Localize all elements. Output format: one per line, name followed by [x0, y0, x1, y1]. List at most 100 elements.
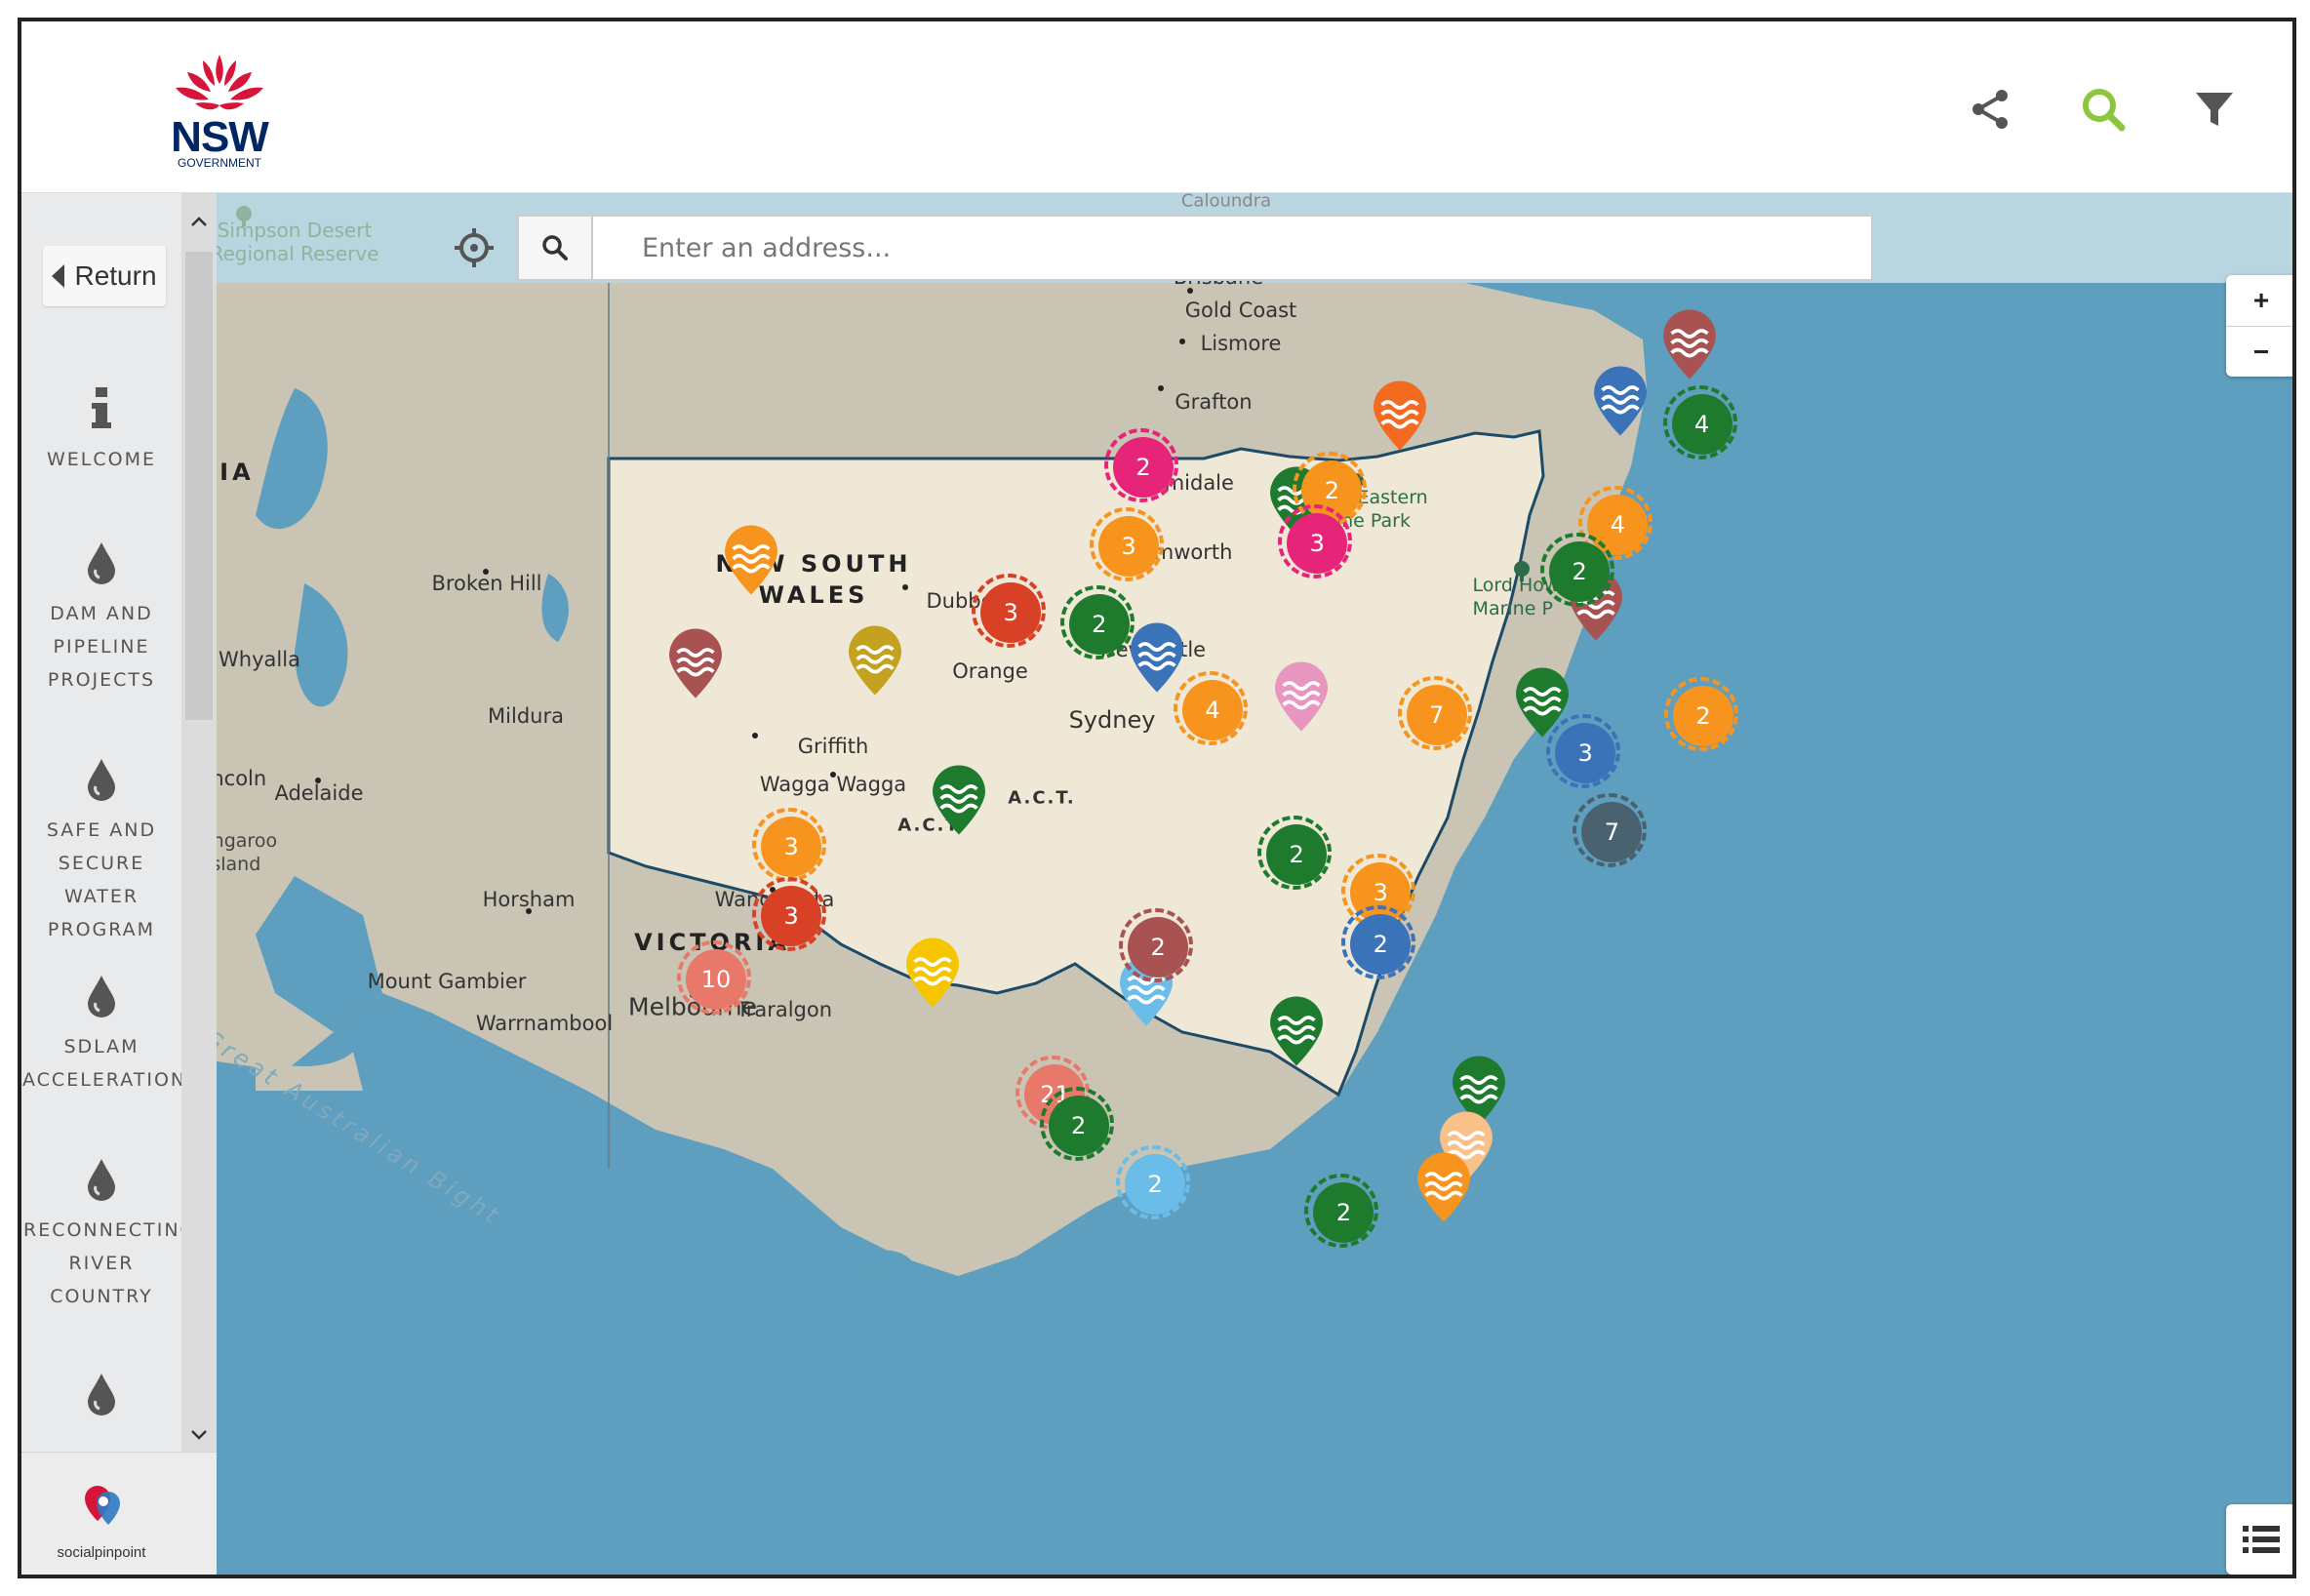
filter-button[interactable]	[2187, 82, 2242, 137]
water-waves-icon	[1274, 661, 1328, 732]
mildura-label: Mildura	[488, 704, 564, 728]
zoom-in-button[interactable]: +	[2226, 275, 2292, 326]
water-waves-icon	[1594, 366, 1648, 436]
map-cluster-marker[interactable]: 7	[1397, 675, 1472, 750]
map-cluster-marker[interactable]: 3	[752, 808, 827, 883]
cluster-count: 7	[1428, 700, 1445, 729]
map-cluster-marker[interactable]: 2	[1257, 816, 1333, 891]
address-search-button[interactable]	[519, 217, 593, 279]
scroll-up-icon[interactable]	[181, 207, 217, 236]
sidebar-item-sdlam-acceleration[interactable]: SDLAM ACCELERATION	[21, 972, 187, 1097]
map-cluster-marker[interactable]: 2	[1664, 677, 1739, 752]
lismore-label: Lismore	[1200, 332, 1282, 355]
map-cluster-marker[interactable]: 2	[1540, 533, 1615, 608]
map-cluster-marker[interactable]: 3	[1089, 507, 1164, 582]
cluster-count: 4	[1693, 410, 1710, 438]
sidebar-item-dam-and-pipeline-projects[interactable]: DAM AND PIPELINE PROJECTS	[21, 539, 181, 697]
city-dot	[483, 569, 489, 575]
list-view-button[interactable]	[2226, 1504, 2292, 1575]
sidebar-item-more[interactable]	[21, 1370, 181, 1428]
waratah-icon	[176, 55, 263, 110]
sidebar-item-safe-and-secure-water-program[interactable]: SAFE AND SECURE WATER PROGRAM	[21, 755, 181, 946]
map-cluster-marker[interactable]: 2	[1059, 585, 1135, 660]
warrnambool-label: Warrnambool	[475, 1012, 614, 1035]
tree-icon	[236, 206, 252, 226]
cluster-count: 10	[700, 966, 732, 994]
whyalla-label: Whyalla	[219, 648, 300, 671]
map-cluster-marker[interactable]: 2	[1039, 1086, 1114, 1161]
cluster-count: 2	[1572, 558, 1587, 586]
map-cluster-marker[interactable]: 2	[1104, 427, 1179, 502]
city-dot	[752, 733, 758, 738]
social-pinpoint-logo-icon[interactable]	[82, 1482, 125, 1535]
map-pin-marker[interactable]	[1414, 1150, 1474, 1224]
scroll-down-icon[interactable]	[181, 1420, 217, 1450]
map-pin-marker[interactable]	[1266, 994, 1327, 1068]
cluster-count: 3	[1373, 879, 1388, 907]
map-cluster-marker[interactable]: 2	[1341, 905, 1416, 980]
cluster-count: 2	[1695, 702, 1711, 731]
griffith-label: Griffith	[797, 735, 869, 758]
scrollbar-thumb[interactable]	[185, 252, 213, 720]
cluster-count: 3	[783, 902, 799, 931]
zoom-out-button[interactable]: −	[2226, 326, 2292, 377]
address-search-input[interactable]	[595, 217, 1869, 279]
map-cluster-marker[interactable]: 3	[1278, 504, 1353, 579]
map-cluster-marker[interactable]: 4	[1662, 384, 1737, 459]
zoom-control: + −	[2226, 275, 2292, 377]
water-drop-icon	[21, 972, 181, 1020]
sidebar-item-welcome[interactable]: WELCOME	[21, 384, 181, 476]
city-dot	[526, 908, 532, 914]
orange-label: Orange	[952, 659, 1028, 683]
cluster-count: 3	[1121, 533, 1136, 561]
map-cluster-marker[interactable]: 7	[1573, 793, 1648, 868]
sidebar-item-label: RECONNECTING RIVER COUNTRY	[23, 1219, 197, 1307]
chevron-left-icon	[52, 264, 65, 288]
cluster-count: 2	[1335, 1199, 1352, 1227]
map-cluster-marker[interactable]: 3	[972, 574, 1047, 649]
map-pin-marker[interactable]	[929, 763, 989, 837]
map-cluster-marker[interactable]: 2	[1116, 1145, 1191, 1220]
map-pin-marker[interactable]	[721, 523, 781, 597]
cluster-count: 4	[1610, 510, 1626, 539]
search-icon	[542, 235, 568, 260]
water-drop-icon	[21, 1370, 181, 1418]
water-waves-icon	[933, 765, 986, 835]
sidebar-footer: socialpinpoint	[21, 1452, 217, 1575]
cluster-count: 3	[783, 833, 799, 861]
map-pin-marker[interactable]	[845, 623, 905, 698]
map-pin-marker[interactable]	[1271, 659, 1332, 734]
map-cluster-marker[interactable]: 3	[1546, 713, 1621, 788]
map-cluster-marker[interactable]: 2	[1119, 908, 1194, 983]
mount-gambier-label: Mount Gambier	[367, 970, 527, 993]
sidebar-item-label: SDLAM ACCELERATION	[22, 1036, 187, 1091]
logo-text: NSW	[171, 113, 269, 161]
sidebar-item-reconnecting-river-country[interactable]: RECONNECTING RIVER COUNTRY	[21, 1155, 197, 1313]
gold-coast-label: Gold Coast	[1184, 299, 1297, 322]
return-label: Return	[74, 260, 157, 291]
map-pin-marker[interactable]	[1659, 307, 1720, 381]
map-cluster-marker[interactable]: 10	[677, 940, 752, 1016]
kangaroo-island-label: Kangaroo Island	[217, 830, 278, 875]
return-button[interactable]: Return	[43, 246, 166, 306]
sidebar-scrollbar[interactable]	[181, 193, 217, 1452]
map-pin-marker[interactable]	[1590, 364, 1651, 438]
share-button[interactable]	[1963, 82, 2017, 137]
map-canvas[interactable]: Simpson Desert Regional Reserve Caloundr…	[217, 193, 2292, 1575]
map-cluster-marker[interactable]: 2	[1304, 1174, 1379, 1249]
city-dot	[315, 778, 321, 783]
cluster-count: 2	[1070, 1111, 1087, 1139]
map-cluster-marker[interactable]: 4	[1174, 671, 1249, 745]
search-button[interactable]	[2076, 82, 2131, 137]
map-pin-marker[interactable]	[902, 936, 963, 1010]
locate-me-button[interactable]	[449, 222, 499, 273]
map-pin-marker[interactable]	[665, 626, 726, 700]
nsw-government-logo[interactable]: NSW GOVERNMENT	[166, 51, 273, 170]
sidebar-nav: Return WELCOME DAM AND PIPELINE PROJECTS…	[21, 193, 197, 1452]
map-cluster-marker[interactable]: 3	[752, 877, 827, 952]
south-australia-state-label: TH ALIA	[217, 427, 255, 486]
map-pin-marker[interactable]	[1370, 379, 1430, 453]
map-pin-marker[interactable]	[1127, 620, 1187, 695]
broken-hill-label: Broken Hill	[431, 572, 542, 595]
cluster-count: 4	[1205, 697, 1220, 724]
